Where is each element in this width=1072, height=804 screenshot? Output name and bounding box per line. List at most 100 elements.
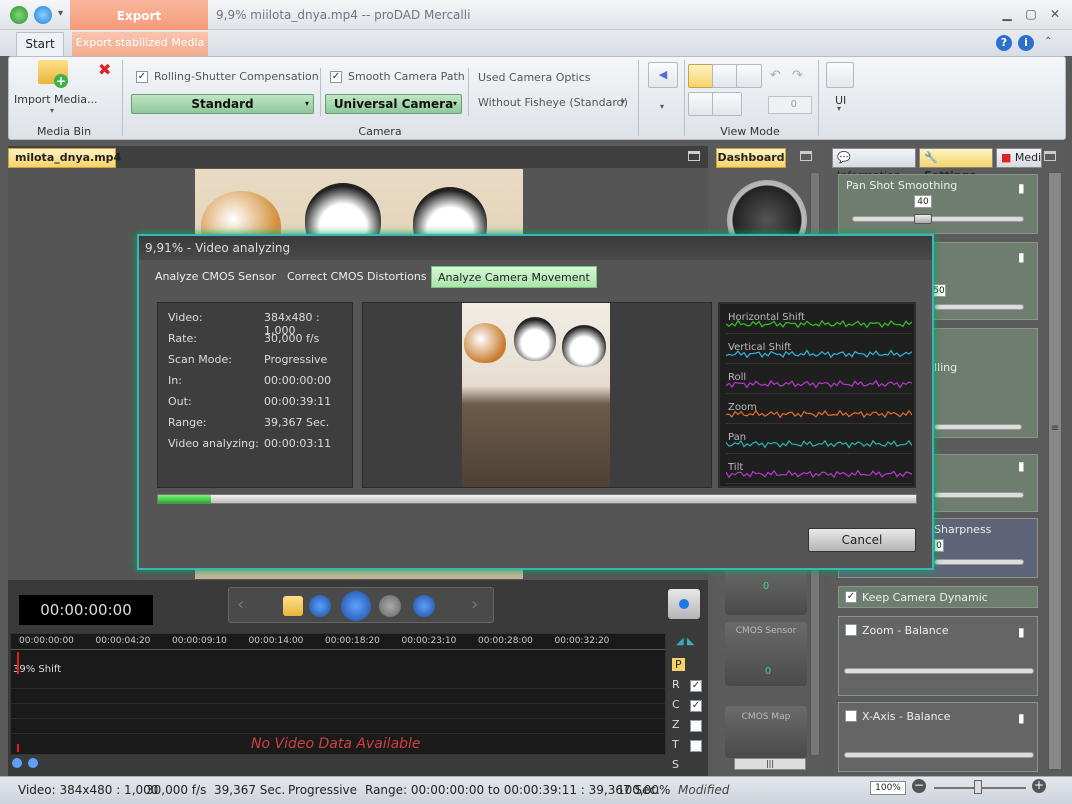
rewind-icon[interactable] xyxy=(309,595,331,617)
minimize-icon[interactable]: ▁ xyxy=(998,6,1016,22)
standard-dropdown[interactable]: Standard ▾ xyxy=(131,94,314,114)
track-toggle-list: P R ✓ C ✓ Z T S xyxy=(668,658,704,771)
chart-icon[interactable]: ▮ xyxy=(1018,181,1025,195)
chart-icon[interactable]: ▮ xyxy=(1018,711,1025,725)
zoom-in-icon[interactable]: + xyxy=(1032,779,1046,793)
view-single-monitor-icon[interactable] xyxy=(688,64,714,88)
setting-slider[interactable] xyxy=(934,492,1024,498)
pause-icon[interactable] xyxy=(379,595,401,617)
track-toggle-label[interactable]: S xyxy=(672,758,679,771)
view-split-icon[interactable] xyxy=(688,92,714,116)
x-axis-balance-checkbox[interactable] xyxy=(845,710,857,722)
cancel-button[interactable]: Cancel xyxy=(808,528,916,552)
universal-camera-dropdown[interactable]: Universal Camera ▾ xyxy=(325,94,462,114)
tab-correct-cmos-distortions[interactable]: Correct CMOS Distortions xyxy=(281,266,433,288)
track-toggle-checkbox[interactable]: ✓ xyxy=(690,700,702,712)
maximize-panel-icon[interactable] xyxy=(688,151,700,161)
fisheye-dropdown[interactable]: Without Fisheye (Standard) xyxy=(478,96,628,109)
track-toggle-checkbox[interactable]: ✓ xyxy=(690,680,702,692)
track-toggle-label[interactable]: T xyxy=(672,738,679,751)
tab-analyze-camera-movement[interactable]: Analyze Camera Movement xyxy=(431,266,597,288)
stepper-input[interactable]: 0 xyxy=(768,96,812,114)
track-toggle-label[interactable]: R xyxy=(672,678,680,691)
sharpness-slider[interactable] xyxy=(934,559,1024,565)
pan-smoothing-slider[interactable] xyxy=(852,216,1024,222)
import-media-button[interactable]: Import Media... xyxy=(14,93,98,106)
setting-slider[interactable] xyxy=(934,304,1024,310)
track-toggle-label[interactable]: C xyxy=(672,698,680,711)
collapse-ribbon-icon[interactable]: ⌃ xyxy=(1044,36,1052,47)
timeline-tick-label: 00:00:14:00 xyxy=(248,636,304,646)
tab-analyze-cmos-sensor[interactable]: Analyze CMOS Sensor xyxy=(149,266,282,288)
ui-layout-icon[interactable] xyxy=(826,62,854,88)
zoom-out-icon[interactable] xyxy=(28,758,38,768)
chevron-down-icon[interactable]: ▾ xyxy=(837,104,841,113)
track-toggle-checkbox[interactable] xyxy=(690,720,702,732)
x-axis-balance-slider[interactable] xyxy=(844,752,1034,758)
chevron-down-icon[interactable]: ▾ xyxy=(660,102,664,111)
track-grid xyxy=(11,674,665,744)
forward-icon[interactable] xyxy=(413,595,435,617)
motion-graph-label: Pan xyxy=(728,432,747,443)
quick-access-dropdown-icon[interactable]: ▾ xyxy=(58,8,63,19)
zoom-in-icon[interactable] xyxy=(12,758,22,768)
track-toggle-checkbox[interactable] xyxy=(690,740,702,752)
zoom-balance-checkbox[interactable] xyxy=(845,624,857,636)
chevron-down-icon[interactable]: ▾ xyxy=(50,106,54,115)
maximize-icon[interactable]: ▢ xyxy=(1022,6,1040,22)
undo-icon[interactable]: ↶ xyxy=(770,68,781,83)
remove-media-icon[interactable]: ✖ xyxy=(98,60,111,79)
chart-icon[interactable]: ▮ xyxy=(1018,459,1025,473)
zoom-slider-knob[interactable] xyxy=(974,780,982,794)
transport-controls: ‹ › xyxy=(228,587,494,623)
zoom-balance-slider[interactable] xyxy=(844,668,1034,674)
play-icon[interactable] xyxy=(341,591,371,621)
motion-graph-label: Roll xyxy=(728,372,747,383)
chart-icon[interactable]: ▮ xyxy=(1018,625,1025,639)
track-toggle-label[interactable]: Z xyxy=(672,718,680,731)
zoom-track-left-icon[interactable]: ◢ ◣ xyxy=(676,636,695,647)
tab-export-stabilized-media[interactable]: Export stabilized Media xyxy=(72,32,208,56)
export-context-tab[interactable]: Export xyxy=(70,0,208,30)
tab-media[interactable]: ■ Medi xyxy=(996,148,1042,168)
redo-icon[interactable]: ↷ xyxy=(792,68,803,83)
maximize-panel-icon[interactable] xyxy=(1044,151,1056,161)
next-icon[interactable]: › xyxy=(471,594,478,615)
chevron-down-icon[interactable]: ▾ xyxy=(621,97,625,106)
view-monitor-dropdown-icon[interactable] xyxy=(712,92,742,116)
rolling-slider[interactable] xyxy=(934,424,1022,430)
motion-graph-row: Roll xyxy=(726,368,912,394)
smooth-camera-path-checkbox[interactable]: ✓ xyxy=(330,71,342,83)
setting-value: 50 xyxy=(932,284,946,297)
timeline[interactable]: 00:00:00:00 00:00:04:20 00:00:09:10 00:00:1… xyxy=(10,633,666,755)
info-icon[interactable]: i xyxy=(1018,35,1034,51)
loop-icon[interactable] xyxy=(283,596,303,616)
app-logo-icon[interactable] xyxy=(10,6,28,24)
zoom-level-input[interactable]: 100% xyxy=(870,781,906,795)
record-button[interactable] xyxy=(668,589,700,619)
zoom-out-icon[interactable]: − xyxy=(912,779,926,793)
universal-camera-value: Universal Camera xyxy=(333,97,454,111)
info-label: Scan Mode: xyxy=(168,353,232,366)
dashboard-tab[interactable]: Dashboard xyxy=(716,148,786,168)
tab-start[interactable]: Start xyxy=(16,32,64,56)
previous-icon[interactable]: ‹ xyxy=(237,594,244,615)
rolling-shutter-checkbox[interactable]: ✓ xyxy=(136,71,148,83)
close-icon[interactable]: ✕ xyxy=(1046,6,1064,22)
quick-access-icon[interactable] xyxy=(34,6,52,24)
pan-smoothing-slider-knob[interactable] xyxy=(914,214,932,224)
timeline-tick-label: 00:00:04:20 xyxy=(95,636,151,646)
tab-settings[interactable]: 🔧 Settings xyxy=(919,148,993,182)
chart-icon[interactable]: ▮ xyxy=(1018,250,1025,264)
keep-camera-dynamic-checkbox[interactable]: ✓ xyxy=(845,591,857,603)
media-file-tab[interactable]: milota_dnya.mp4 xyxy=(8,148,121,168)
view-compare-icon[interactable] xyxy=(736,64,762,88)
maximize-panel-icon[interactable] xyxy=(800,151,812,161)
help-icon[interactable]: ? xyxy=(996,35,1012,51)
dashboard-h-scrollbar[interactable]: ||| xyxy=(734,758,806,770)
settings-scrollbar[interactable]: ≡ xyxy=(1048,172,1062,770)
view-record-monitor-icon[interactable] xyxy=(712,64,738,88)
tab-information[interactable]: 💬 Information xyxy=(832,148,916,182)
split-view-button[interactable]: ◀ xyxy=(648,62,678,88)
track-toggle-label[interactable]: P xyxy=(672,658,685,671)
